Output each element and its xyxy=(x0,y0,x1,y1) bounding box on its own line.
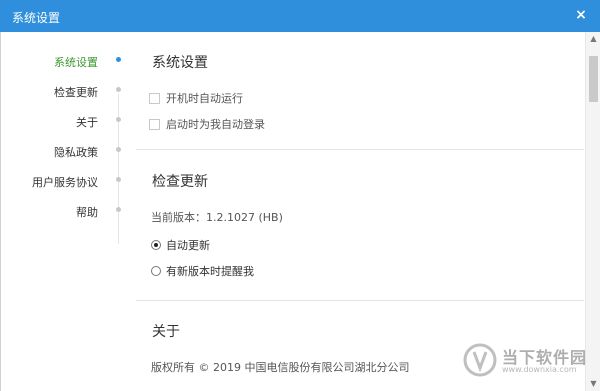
checkbox-box[interactable] xyxy=(149,118,160,130)
auto-login-label: 启动时为我自动登录 xyxy=(166,118,265,131)
auto-run-checkbox[interactable]: 开机时自动运行 xyxy=(149,90,243,106)
auto-update-radio[interactable]: 自动更新 xyxy=(151,237,210,253)
sidebar-item-system-settings[interactable]: 系统设置 xyxy=(54,54,98,70)
title-bar: 系统设置 × xyxy=(0,0,600,32)
section-divider xyxy=(136,300,584,301)
notify-update-radio[interactable]: 有新版本时提醒我 xyxy=(151,263,254,279)
scroll-down-icon[interactable]: ▼ xyxy=(586,377,600,391)
nav-dot xyxy=(116,117,121,122)
scroll-up-icon[interactable]: ▲ xyxy=(586,32,600,46)
checkbox-box[interactable] xyxy=(149,92,160,104)
nav-dot xyxy=(116,87,121,92)
sidebar-item-privacy-policy[interactable]: 隐私政策 xyxy=(54,144,98,160)
sidebar-item-help[interactable]: 帮助 xyxy=(76,204,98,220)
section-divider xyxy=(136,149,584,150)
sidebar-item-about[interactable]: 关于 xyxy=(76,114,98,130)
vertical-scrollbar[interactable]: ▲ ▼ xyxy=(585,32,600,391)
auto-update-label: 自动更新 xyxy=(166,239,210,252)
settings-sidebar: 系统设置 检查更新 关于 隐私政策 用户服务协议 帮助 xyxy=(0,32,130,391)
section-title-update: 检查更新 xyxy=(152,174,208,190)
sidebar-item-user-agreement[interactable]: 用户服务协议 xyxy=(32,174,98,190)
auto-run-label: 开机时自动运行 xyxy=(166,92,243,105)
nav-dot xyxy=(116,177,121,182)
nav-dot-active xyxy=(116,57,121,62)
notify-update-label: 有新版本时提醒我 xyxy=(166,265,254,278)
settings-content: 系统设置 开机时自动运行 启动时为我自动登录 检查更新 当前版本：1.2.102… xyxy=(136,32,584,391)
section-title-about: 关于 xyxy=(152,324,180,340)
scroll-thumb[interactable] xyxy=(589,56,598,102)
sidebar-item-check-update[interactable]: 检查更新 xyxy=(54,84,98,100)
copyright-text: 版权所有 © 2019 中国电信股份有限公司湖北分公司 xyxy=(151,361,410,374)
radio-button[interactable] xyxy=(151,240,161,250)
current-version: 当前版本：1.2.1027 (HB) xyxy=(151,211,283,224)
close-button[interactable]: × xyxy=(572,6,590,24)
nav-dot xyxy=(116,147,121,152)
nav-dot xyxy=(116,207,121,212)
auto-login-checkbox[interactable]: 启动时为我自动登录 xyxy=(149,116,265,132)
section-title-system: 系统设置 xyxy=(152,55,208,71)
radio-button[interactable] xyxy=(151,266,161,276)
window-title: 系统设置 xyxy=(12,11,61,25)
